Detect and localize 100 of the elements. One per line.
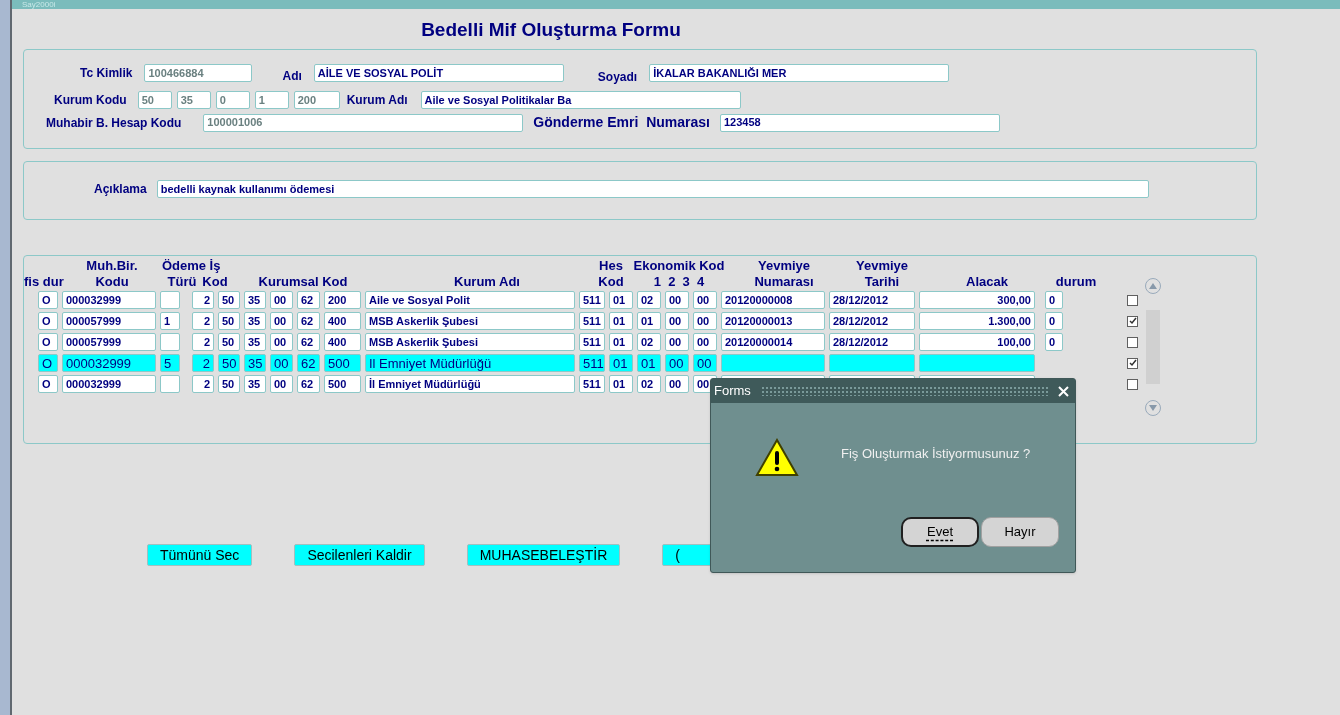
checkbox[interactable] — [1127, 357, 1138, 369]
text-field[interactable]: Aile ve Sosyal Politikalar Ba — [420, 91, 741, 109]
table-cell[interactable]: 1 — [160, 312, 180, 330]
table-cell[interactable]: O — [38, 333, 58, 351]
table-cell[interactable]: 00 — [665, 333, 689, 351]
dialog-button[interactable]: Hayır — [981, 517, 1059, 547]
table-cell[interactable] — [160, 333, 180, 351]
table-cell[interactable]: 28/12/2012 — [829, 333, 915, 351]
table-cell[interactable]: 000032999 — [62, 354, 156, 372]
table-cell[interactable]: 200 — [324, 291, 361, 309]
table-cell[interactable] — [919, 354, 1035, 372]
table-cell[interactable]: 20120000013 — [721, 312, 825, 330]
table-cell[interactable]: 50 — [218, 291, 240, 309]
text-field[interactable]: İKALAR BAKANLIĞI MER — [649, 64, 950, 82]
table-cell[interactable]: 2 — [192, 375, 214, 393]
table-cell[interactable]: 0 — [1045, 291, 1063, 309]
table-cell[interactable]: Aile ve Sosyal Polit — [365, 291, 575, 309]
table-cell[interactable]: 02 — [637, 375, 661, 393]
table-cell[interactable]: 00 — [665, 291, 689, 309]
table-cell[interactable]: 20120000014 — [721, 333, 825, 351]
table-cell[interactable]: 01 — [609, 354, 633, 372]
table-cell[interactable]: 35 — [244, 375, 266, 393]
table-cell[interactable]: 000057999 — [62, 333, 156, 351]
table-cell[interactable]: MSB Askerlik Şubesi — [365, 312, 575, 330]
table-cell[interactable]: 00 — [270, 333, 293, 351]
table-cell[interactable]: 35 — [244, 291, 266, 309]
table-cell[interactable]: 511 — [579, 333, 605, 351]
table-cell[interactable]: O — [38, 375, 58, 393]
close-icon[interactable] — [1058, 385, 1069, 397]
table-cell[interactable]: 50 — [218, 375, 240, 393]
table-cell[interactable] — [160, 375, 180, 393]
table-cell[interactable]: O — [38, 291, 58, 309]
table-cell[interactable]: 00 — [693, 312, 717, 330]
table-cell[interactable]: 02 — [637, 291, 661, 309]
table-cell[interactable]: 511 — [579, 354, 605, 372]
table-cell[interactable]: 2 — [192, 354, 214, 372]
table-cell[interactable]: 500 — [324, 354, 361, 372]
table-cell[interactable]: 28/12/2012 — [829, 312, 915, 330]
table-cell[interactable]: 100,00 — [919, 333, 1035, 351]
table-cell[interactable]: 35 — [244, 312, 266, 330]
table-cell[interactable]: 50 — [218, 354, 240, 372]
table-cell[interactable]: İl Emniyet Müdürlüğü — [365, 375, 575, 393]
table-cell[interactable]: 2 — [192, 291, 214, 309]
table-cell[interactable]: 35 — [244, 333, 266, 351]
table-cell[interactable]: 50 — [218, 312, 240, 330]
table-cell[interactable] — [160, 291, 180, 309]
text-field[interactable]: bedelli kaynak kullanımı ödemesi — [156, 180, 1149, 198]
table-cell[interactable]: MSB Askerlik Şubesi — [365, 333, 575, 351]
table-cell[interactable]: 2 — [192, 333, 214, 351]
table-cell[interactable]: 50 — [218, 333, 240, 351]
table-cell[interactable]: 511 — [579, 291, 605, 309]
table-cell[interactable]: 500 — [324, 375, 361, 393]
table-cell[interactable]: 511 — [579, 375, 605, 393]
table-cell[interactable]: 400 — [324, 312, 361, 330]
table-cell[interactable]: 00 — [270, 375, 293, 393]
table-cell[interactable]: 00 — [665, 375, 689, 393]
table-cell[interactable]: 01 — [637, 354, 661, 372]
table-cell[interactable]: 5 — [160, 354, 180, 372]
table-cell[interactable]: 0 — [1045, 333, 1063, 351]
table-cell[interactable]: 00 — [665, 354, 689, 372]
table-cell[interactable]: 2 — [192, 312, 214, 330]
table-cell[interactable]: 300,00 — [919, 291, 1035, 309]
table-cell[interactable]: 28/12/2012 — [829, 291, 915, 309]
table-cell[interactable]: 400 — [324, 333, 361, 351]
dialog-button[interactable]: Evet — [901, 517, 979, 547]
table-cell[interactable]: 1.300,00 — [919, 312, 1035, 330]
table-cell[interactable]: 01 — [609, 312, 633, 330]
table-cell[interactable]: 62 — [297, 312, 320, 330]
table-cell[interactable]: O — [38, 354, 58, 372]
table-cell[interactable]: 62 — [297, 333, 320, 351]
table-cell[interactable]: 62 — [297, 354, 320, 372]
table-cell[interactable]: 01 — [609, 333, 633, 351]
table-cell[interactable]: 000032999 — [62, 291, 156, 309]
checkbox[interactable] — [1127, 336, 1138, 348]
table-cell[interactable]: O — [38, 312, 58, 330]
text-field[interactable]: AİLE VE SOSYAL POLİT — [313, 64, 564, 82]
action-button[interactable]: MUHASEBELEŞTİR — [466, 544, 621, 566]
table-cell[interactable]: 00 — [693, 354, 717, 372]
table-cell[interactable]: 00 — [270, 291, 293, 309]
table-cell[interactable]: 00 — [270, 312, 293, 330]
table-cell[interactable]: 01 — [609, 291, 633, 309]
table-cell[interactable]: 62 — [297, 375, 320, 393]
table-cell[interactable]: 00 — [270, 354, 293, 372]
table-cell[interactable]: 35 — [244, 354, 266, 372]
text-field[interactable]: 123458 — [719, 113, 1000, 132]
table-cell[interactable] — [721, 354, 825, 372]
table-cell[interactable]: Il Emniyet Müdürlüğü — [365, 354, 575, 372]
table-cell[interactable]: 01 — [637, 312, 661, 330]
table-cell[interactable] — [829, 354, 915, 372]
table-cell[interactable]: 000032999 — [62, 375, 156, 393]
checkbox[interactable] — [1127, 378, 1138, 390]
table-cell[interactable]: 62 — [297, 291, 320, 309]
table-cell[interactable]: 00 — [665, 312, 689, 330]
table-cell[interactable]: 01 — [609, 375, 633, 393]
table-cell[interactable]: 000057999 — [62, 312, 156, 330]
table-cell[interactable]: 02 — [637, 333, 661, 351]
action-button[interactable]: Tümünü Sec — [147, 544, 253, 566]
table-cell[interactable]: 20120000008 — [721, 291, 825, 309]
checkbox[interactable] — [1127, 315, 1138, 327]
action-button[interactable]: Secilenleri Kaldir — [294, 544, 425, 566]
